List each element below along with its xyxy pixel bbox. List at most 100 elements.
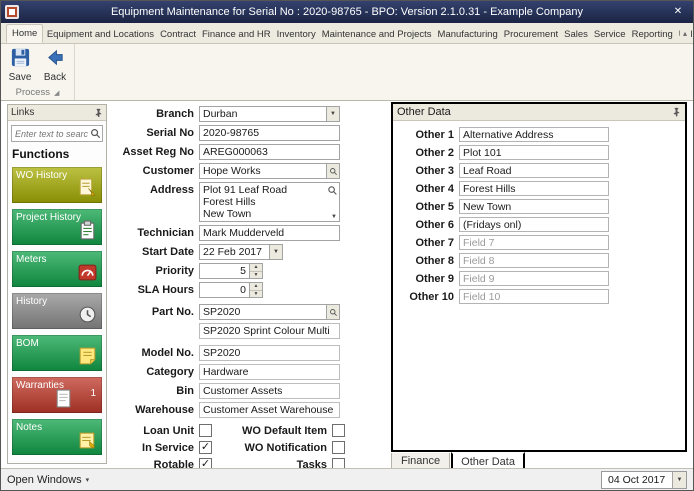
customer-lookup[interactable]: Hope Works <box>199 163 340 179</box>
other-2-field[interactable]: Plot 101 <box>459 145 609 160</box>
serial-no-value: 2020-98765 <box>203 127 260 139</box>
other-9-field[interactable]: Field 9 <box>459 271 609 286</box>
pin-icon[interactable] <box>672 107 681 117</box>
other-10-placeholder: Field 10 <box>463 290 501 303</box>
chevron-down-icon[interactable]: ▼ <box>326 107 339 121</box>
ribbon-tab-procurement[interactable]: Procurement <box>501 26 560 43</box>
bin-value: Customer Assets <box>203 385 283 397</box>
wo-notification-checkbox[interactable] <box>332 441 345 454</box>
chevron-down-icon[interactable]: ▼ <box>672 471 686 488</box>
ribbon-tab-home[interactable]: Home <box>6 24 44 43</box>
ribbon-tab-contract[interactable]: Contract <box>158 26 199 43</box>
sidebar-item-meters[interactable]: Meters <box>12 251 102 287</box>
pin-icon[interactable] <box>94 108 103 118</box>
other-3-row: Other 3 Leaf Road <box>393 163 685 178</box>
branch-value: Durban <box>203 108 238 120</box>
model-no-row: Model No. SP2020 <box>113 345 389 361</box>
search-icon[interactable] <box>326 305 339 319</box>
ribbon-tab-finance-and-hr[interactable]: Finance and HR <box>199 26 273 43</box>
ribbon-tab-inventory[interactable]: Inventory <box>274 26 318 43</box>
category-label: Category <box>146 366 194 378</box>
ribbon-collapse-icon[interactable]: ▴ <box>679 28 690 39</box>
date-picker[interactable]: 04 Oct 2017 ▼ <box>601 470 687 489</box>
links-panel: Links Functions WO History Project His <box>7 104 107 464</box>
spinner-up-icon[interactable]: ▲ <box>250 283 262 291</box>
dialog-launcher-icon[interactable]: ◢ <box>54 89 59 97</box>
chevron-down-icon[interactable]: ▼ <box>331 214 337 220</box>
ribbon-tab-sales[interactable]: Sales <box>562 26 591 43</box>
ribbon: Save Back Process ◢ <box>1 44 693 101</box>
loan-unit-checkbox[interactable] <box>199 424 212 437</box>
customer-label: Customer <box>142 165 194 177</box>
other-6-row: Other 6 (Fridays onl) <box>393 217 685 232</box>
bin-field[interactable]: Customer Assets <box>199 383 340 399</box>
serial-no-row: Serial No 2020-98765 <box>113 125 389 141</box>
start-date-picker[interactable]: 22 Feb 2017 ▼ <box>199 244 283 260</box>
other-1-field[interactable]: Alternative Address <box>459 127 609 142</box>
model-no-field[interactable]: SP2020 <box>199 345 340 361</box>
meters-icon <box>77 262 98 283</box>
address-line-3: New Town <box>203 208 252 220</box>
sidebar-item-history[interactable]: History <box>12 293 102 329</box>
sidebar-item-warranties[interactable]: Warranties 1 <box>12 377 102 413</box>
sidebar-item-bom[interactable]: BOM <box>12 335 102 371</box>
spinner-down-icon[interactable]: ▼ <box>250 290 262 297</box>
ribbon-tab-equipment-and-locations[interactable]: Equipment and Locations <box>44 26 156 43</box>
other-4-field[interactable]: Forest Hills <box>459 181 609 196</box>
back-button[interactable]: Back <box>41 47 69 85</box>
save-button[interactable]: Save <box>6 47 34 85</box>
asset-reg-no-label: Asset Reg No <box>122 146 194 158</box>
warehouse-field[interactable]: Customer Asset Warehouse <box>199 402 340 418</box>
priority-stepper[interactable]: 5 ▲ ▼ <box>199 263 263 279</box>
open-windows-label: Open Windows <box>7 473 82 486</box>
wo-default-item-checkbox[interactable] <box>332 424 345 437</box>
ribbon-tab-reporting[interactable]: Reporting <box>629 26 675 43</box>
in-service-checkbox[interactable]: ✓ <box>199 441 212 454</box>
spinner-up-icon[interactable]: ▲ <box>250 264 262 272</box>
ribbon-tab-manufacturing[interactable]: Manufacturing <box>435 26 500 43</box>
bin-label: Bin <box>176 385 194 397</box>
other-9-row: Other 9 Field 9 <box>393 271 685 286</box>
branch-select[interactable]: Durban ▼ <box>199 106 340 122</box>
sidebar-item-notes[interactable]: Notes <box>12 419 102 455</box>
address-field[interactable]: Plot 91 Leaf Road Forest Hills New Town … <box>199 182 340 222</box>
links-panel-title: Links <box>11 107 35 118</box>
search-icon[interactable] <box>326 164 339 178</box>
other-2-value: Plot 101 <box>463 146 502 159</box>
category-row: Category Hardware <box>113 364 389 380</box>
sla-hours-stepper[interactable]: 0 ▲ ▼ <box>199 282 263 298</box>
warehouse-value: Customer Asset Warehouse <box>203 404 334 416</box>
asset-reg-no-field[interactable]: AREG000063 <box>199 144 340 160</box>
other-10-field[interactable]: Field 10 <box>459 289 609 304</box>
part-no-value: SP2020 <box>203 306 241 318</box>
technician-label: Technician <box>137 227 194 239</box>
other-3-field[interactable]: Leaf Road <box>459 163 609 178</box>
other-7-field[interactable]: Field 7 <box>459 235 609 250</box>
part-no-label: Part No. <box>151 306 194 318</box>
sidebar-item-project-history[interactable]: Project History <box>12 209 102 245</box>
spinner-down-icon[interactable]: ▼ <box>250 271 262 278</box>
ribbon-tab-maintenance-and-projects[interactable]: Maintenance and Projects <box>319 26 434 43</box>
other-8-field[interactable]: Field 8 <box>459 253 609 268</box>
date-value: 04 Oct 2017 <box>608 473 666 486</box>
start-date-value: 22 Feb 2017 <box>203 246 262 258</box>
technician-field[interactable]: Mark Mudderveld <box>199 225 340 241</box>
sidebar-item-wo-history[interactable]: WO History <box>12 167 102 203</box>
search-icon[interactable] <box>90 128 101 139</box>
ribbon-tab-service[interactable]: Service <box>591 26 628 43</box>
part-no-lookup[interactable]: SP2020 <box>199 304 340 320</box>
other-data-title: Other Data <box>397 106 451 118</box>
serial-no-field[interactable]: 2020-98765 <box>199 125 340 141</box>
links-search <box>11 125 103 142</box>
open-windows-menu[interactable]: Open Windows ▾ <box>7 474 89 486</box>
chevron-down-icon[interactable]: ▼ <box>269 245 282 259</box>
other-6-field[interactable]: (Fridays onl) <box>459 217 609 232</box>
search-icon[interactable] <box>327 185 338 196</box>
history-icon <box>77 304 98 325</box>
category-field[interactable]: Hardware <box>199 364 340 380</box>
other-6-label: Other 6 <box>415 218 454 231</box>
other-5-label: Other 5 <box>415 200 454 213</box>
other-5-field[interactable]: New Town <box>459 199 609 214</box>
close-icon[interactable]: ✕ <box>668 4 688 20</box>
asset-reg-no-row: Asset Reg No AREG000063 <box>113 144 389 160</box>
